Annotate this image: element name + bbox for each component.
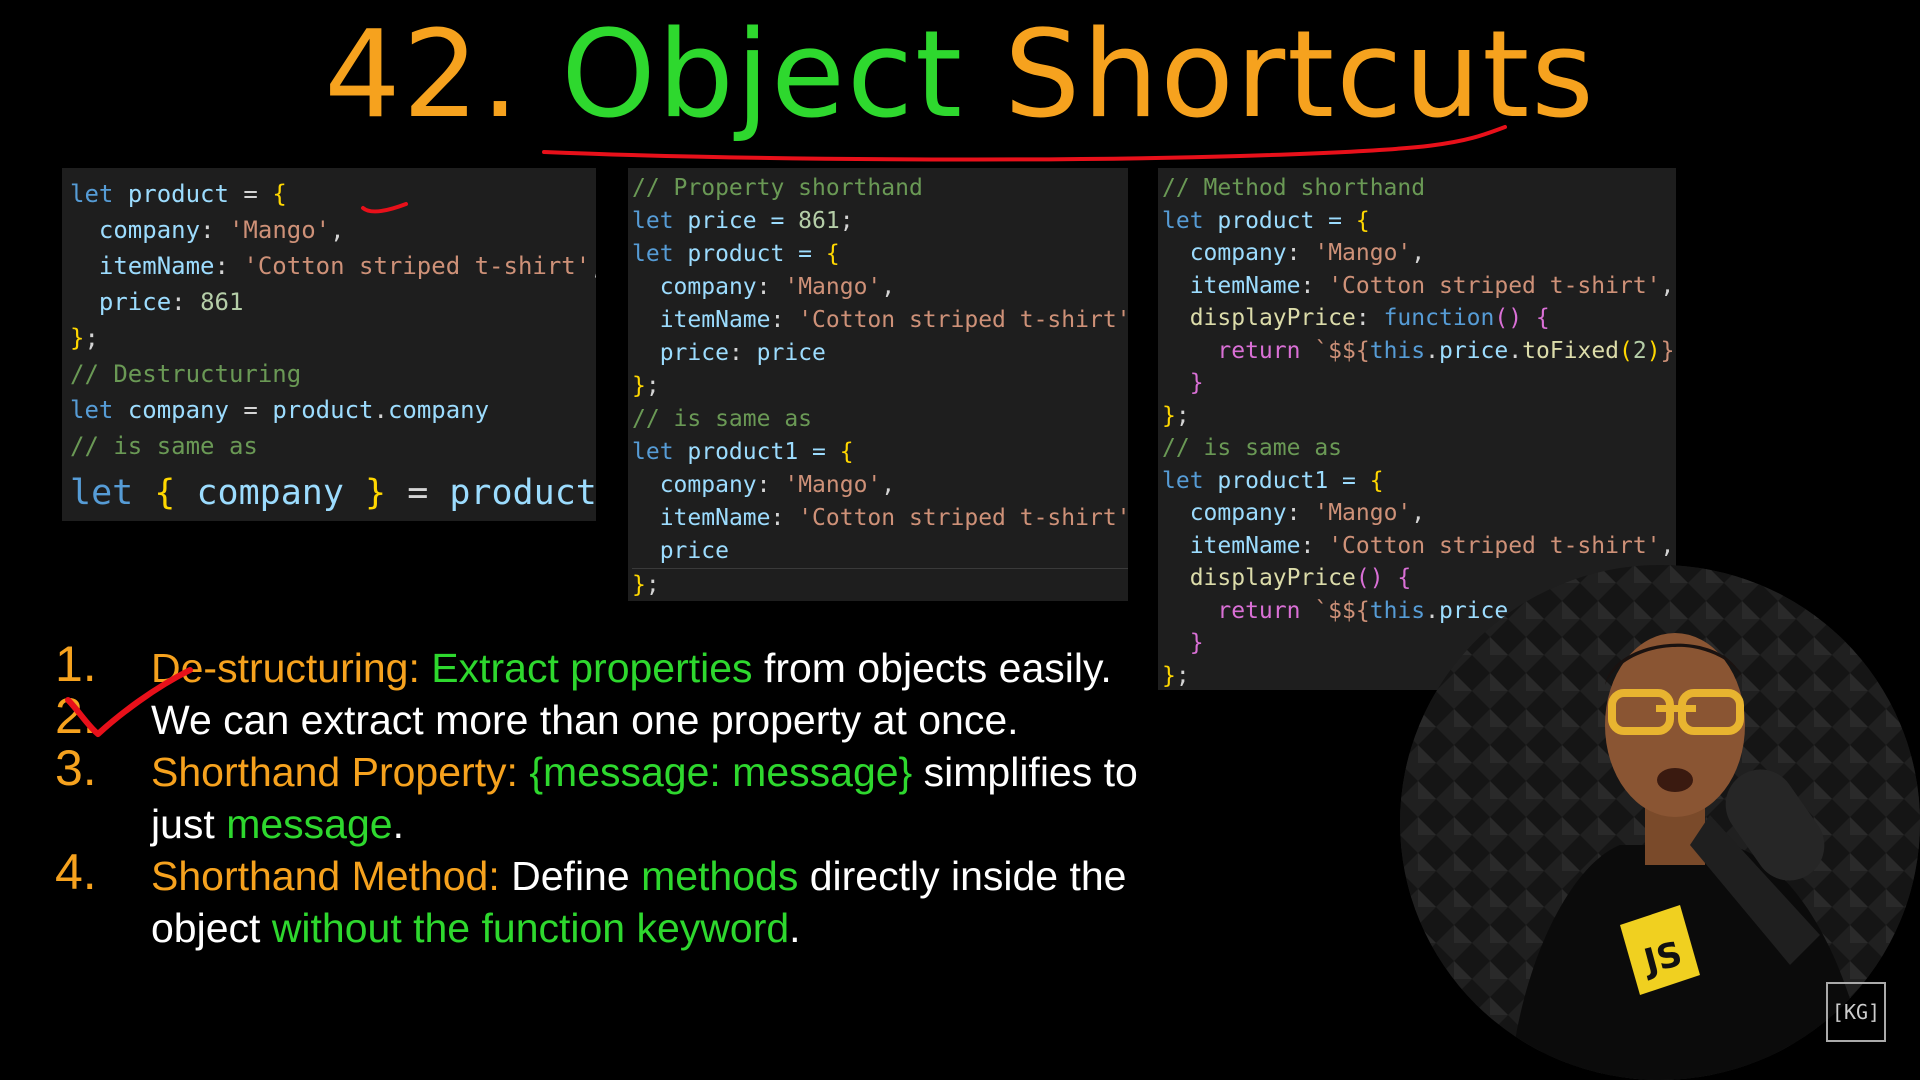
kg-logo: [KG] bbox=[1826, 982, 1886, 1042]
code-line: price bbox=[659, 538, 729, 564]
code-comment: // Property shorthand bbox=[632, 175, 923, 201]
code-comment: // is same as bbox=[1162, 435, 1343, 461]
code-line: price: price bbox=[659, 340, 826, 366]
code-line: company: 'Mango', bbox=[659, 472, 896, 498]
code-line: company: 'Mango', bbox=[659, 274, 896, 300]
list-number: 3. bbox=[55, 740, 97, 796]
code-comment: // is same as bbox=[632, 406, 813, 432]
code-line: return `$${this.price.toFixed(2)}`; bbox=[1217, 337, 1676, 364]
list-item: 2. We can extract more than one property… bbox=[55, 688, 1019, 744]
code-line: }; bbox=[1162, 402, 1190, 429]
list-item: 3. Shorthand Property: {message: message… bbox=[55, 740, 1138, 847]
destructuring-code-block: let product = { company: 'Mango', itemNa… bbox=[62, 168, 596, 521]
code-line: let product = { bbox=[1162, 207, 1370, 234]
code-line: }; bbox=[632, 568, 1128, 601]
red-tick-mark bbox=[361, 202, 408, 214]
red-checkmark bbox=[65, 667, 193, 737]
code-line: itemName: 'Cotton striped t-shirt', bbox=[1189, 532, 1675, 559]
summary-list: 1. De-structuring: Extract properties fr… bbox=[55, 636, 1175, 954]
code-line: company: 'Mango', bbox=[98, 216, 345, 244]
code-comment: // is same as bbox=[70, 432, 258, 460]
code-line: let product1 = { bbox=[1162, 467, 1384, 494]
code-line: company: 'Mango', bbox=[1189, 240, 1426, 266]
code-comment: // Method shorthand bbox=[1162, 175, 1426, 201]
title-underline bbox=[542, 125, 1507, 162]
code-line: }; bbox=[632, 373, 660, 399]
list-number: 4. bbox=[55, 844, 97, 900]
code-line: itemName: 'Cotton striped t-shirt', bbox=[98, 252, 596, 280]
code-line: let product = { bbox=[70, 180, 287, 208]
list-item: 4. Shorthand Method: Define methods dire… bbox=[55, 844, 1127, 951]
list-item: 1. De-structuring: Extract properties fr… bbox=[55, 636, 1112, 692]
code-line: itemName: 'Cotton striped t-shirt', bbox=[659, 307, 1128, 333]
code-line: displayPrice: function() { bbox=[1189, 305, 1550, 331]
code-line: price: 861 bbox=[98, 288, 244, 316]
title-number: 42. bbox=[324, 6, 522, 145]
code-line: let product = { bbox=[632, 241, 840, 267]
code-line: } bbox=[1189, 370, 1204, 396]
code-comment: // Destructuring bbox=[70, 360, 302, 388]
code-line: let price = 861; bbox=[632, 208, 854, 234]
code-line: }; bbox=[70, 324, 99, 352]
property-shorthand-code-block: // Property shorthand let price = 861; l… bbox=[628, 168, 1128, 601]
code-line: itemName: 'Cotton striped t-shirt', bbox=[659, 505, 1128, 531]
code-line: itemName: 'Cotton striped t-shirt', bbox=[1189, 272, 1675, 299]
code-line: let company = product.company bbox=[70, 396, 490, 424]
code-line: let product1 = { bbox=[632, 439, 854, 465]
code-line-highlight: let { company } = product; bbox=[70, 473, 596, 513]
code-line: company: 'Mango', bbox=[1189, 500, 1426, 526]
